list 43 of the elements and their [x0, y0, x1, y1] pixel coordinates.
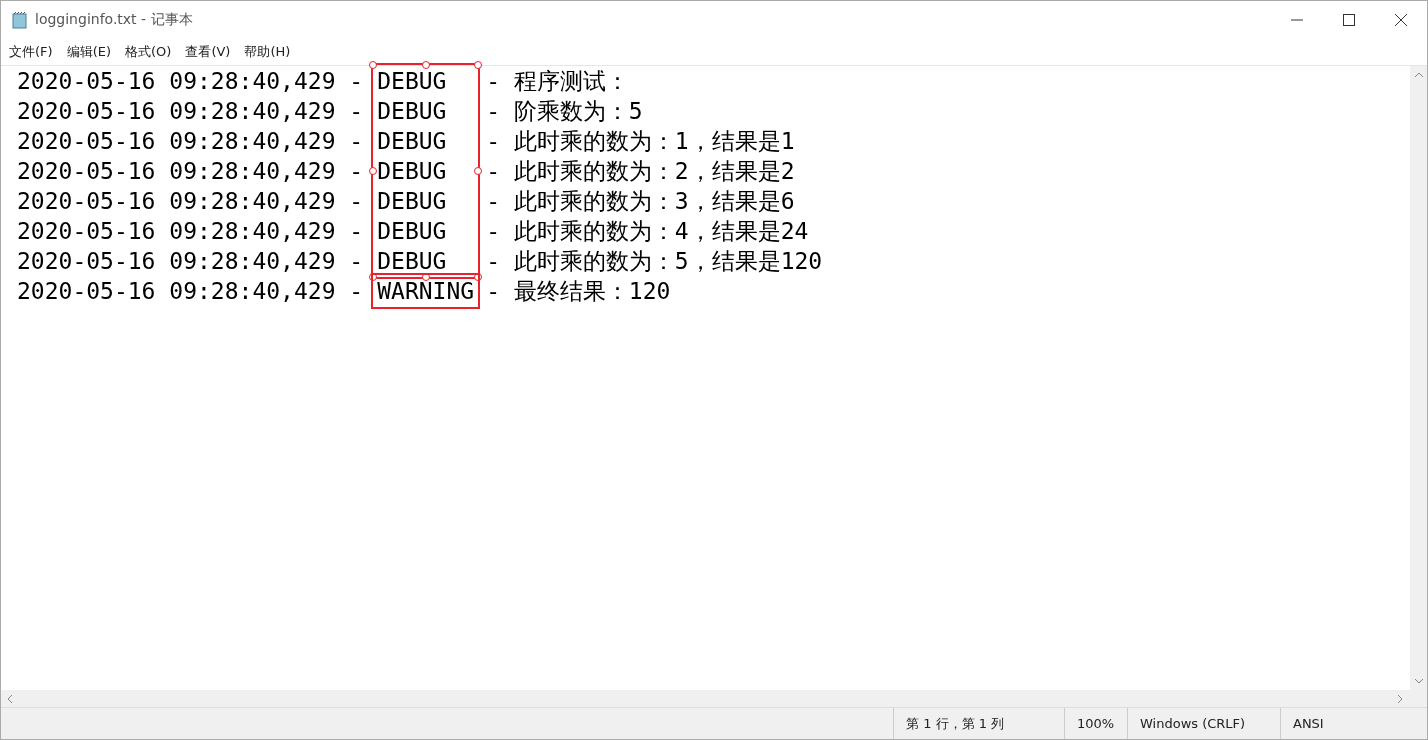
- log-message: - 最终结果：120: [485, 277, 672, 306]
- close-icon: [1395, 14, 1407, 26]
- maximize-icon: [1343, 14, 1355, 26]
- scroll-left-icon: [7, 694, 12, 703]
- menu-item[interactable]: 格式(O): [125, 43, 172, 61]
- vertical-scrollbar[interactable]: [1410, 66, 1427, 690]
- status-field: ANSI: [1280, 708, 1427, 739]
- menu-item[interactable]: 文件(F): [9, 43, 53, 61]
- menu-item[interactable]: 帮助(H): [244, 43, 291, 61]
- log-level: DEBUG: [377, 247, 447, 276]
- log-timestamp: 2020-05-16 09:28:40,429 -: [17, 97, 365, 126]
- log-timestamp: 2020-05-16 09:28:40,429 -: [17, 277, 365, 306]
- scroll-down-icon: [1414, 679, 1423, 684]
- log-timestamp: 2020-05-16 09:28:40,429 -: [17, 157, 365, 186]
- log-level: DEBUG: [377, 97, 447, 126]
- log-message: - 此时乘的数为：5，结果是120: [485, 247, 823, 276]
- status-field: 100%: [1064, 708, 1127, 739]
- log-level: WARNING: [377, 277, 475, 306]
- log-message: - 阶乘数为：5: [485, 97, 644, 126]
- horizontal-scrollbar[interactable]: [1, 690, 1427, 707]
- log-level: DEBUG: [377, 157, 447, 186]
- menu-item[interactable]: 编辑(E): [66, 43, 111, 61]
- log-message: - 此时乘的数为：2，结果是2: [485, 157, 796, 186]
- log-timestamp: 2020-05-16 09:28:40,429 -: [17, 217, 365, 246]
- window-title: logginginfo.txt - 记事本: [35, 11, 193, 29]
- log-timestamp: 2020-05-16 09:28:40,429 -: [17, 247, 365, 276]
- log-timestamp: 2020-05-16 09:28:40,429 -: [17, 127, 365, 156]
- status-field: 第 1 行，第 1 列: [893, 708, 1064, 739]
- log-level: DEBUG: [377, 187, 447, 216]
- log-level: DEBUG: [377, 127, 447, 156]
- log-message: - 此时乘的数为：3，结果是6: [485, 187, 796, 216]
- log-timestamp: 2020-05-16 09:28:40,429 -: [17, 67, 365, 96]
- scroll-right-icon: [1398, 694, 1403, 703]
- log-level: DEBUG: [377, 217, 447, 246]
- log-message: - 程序测试：: [485, 67, 630, 96]
- log-message: - 此时乘的数为：1，结果是1: [485, 127, 796, 156]
- status-field: Windows (CRLF): [1127, 708, 1280, 739]
- scroll-up-icon: [1414, 72, 1423, 77]
- notepad-icon: [11, 11, 29, 29]
- log-level: DEBUG: [377, 67, 447, 96]
- menu-item[interactable]: 查看(V): [185, 43, 231, 61]
- log-timestamp: 2020-05-16 09:28:40,429 -: [17, 187, 365, 216]
- log-message: - 此时乘的数为：4，结果是24: [485, 217, 810, 246]
